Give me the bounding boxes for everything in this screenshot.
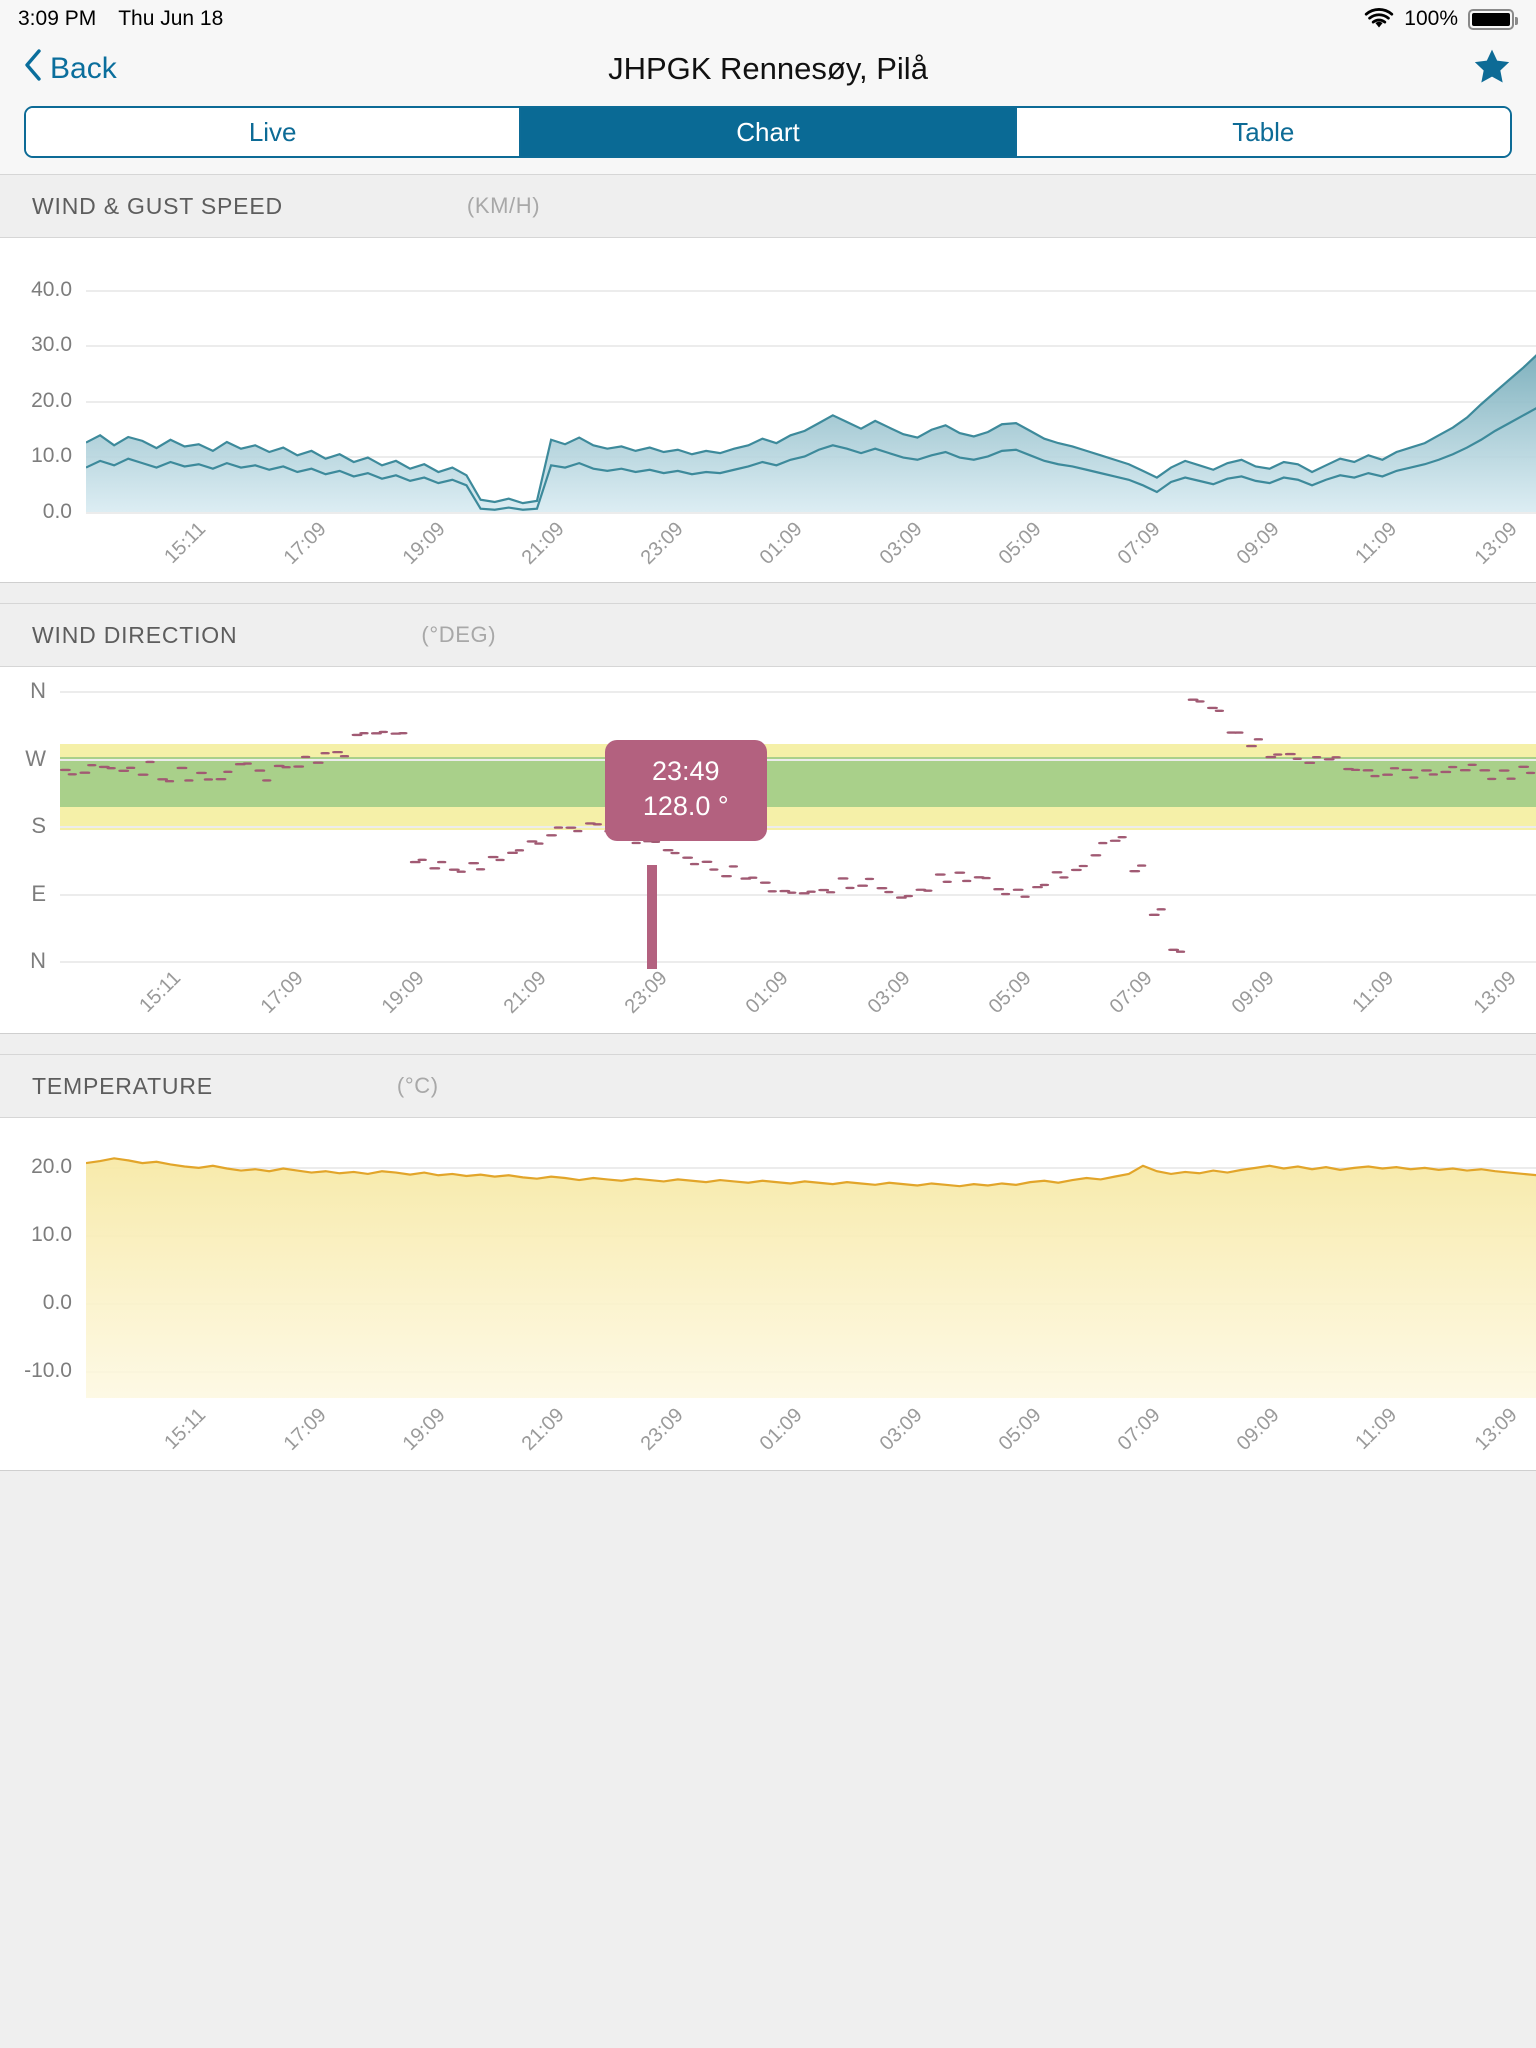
x-axis-tick-label: 23:09 [636, 1404, 688, 1455]
x-axis-tick-label: 15:11 [159, 518, 210, 568]
weather-chart-screen: 3:09 PM Thu Jun 18 100% Back JHPGK Renne… [0, 0, 1536, 2048]
section-title: WIND DIRECTION [32, 621, 238, 648]
x-axis-tick-label: 05:09 [994, 1404, 1046, 1455]
back-button[interactable]: Back [24, 49, 117, 89]
view-mode-switch-container: Live Chart Table [0, 100, 1536, 174]
y-axis-tick-label: 0.0 [42, 1290, 72, 1314]
x-axis-tick-label: 03:09 [875, 1404, 927, 1455]
status-time: 3:09 PM [18, 7, 97, 30]
y-axis-tick-label: -10.0 [24, 1358, 72, 1382]
x-axis-tick-label: 03:09 [863, 967, 915, 1018]
y-axis-tick-label: 30.0 [31, 333, 72, 357]
wind-direction-x-axis: 15:11 17:09 19:09 21:09 23:09 01:09 03:09 05:09… [60, 961, 1521, 1031]
star-filled-icon [1472, 47, 1512, 92]
x-axis-tick-label: 03:09 [875, 518, 927, 569]
section-header-wind-speed: WIND & GUST SPEED (KM/H) [0, 174, 1536, 238]
favorite-button[interactable] [1472, 47, 1512, 92]
x-axis-tick-label: 17:09 [256, 967, 308, 1018]
chart-tooltip[interactable]: 23:49 128.0 ° [604, 739, 767, 841]
x-axis-tick-label: 01:09 [741, 967, 793, 1018]
battery-percent-label: 100% [1404, 7, 1458, 30]
x-axis-tick-label: 19:09 [377, 967, 429, 1018]
x-axis-tick-label: 07:09 [1113, 1404, 1165, 1455]
tab-live[interactable]: Live [26, 108, 522, 156]
y-axis-tick-label: N [30, 678, 46, 703]
wind-direction-chart-panel[interactable]: N W S E N 23:49 128.0 ° 15:11 17:09 19:09 21:09 23… [0, 667, 1536, 1033]
x-axis-tick-label: 19:09 [398, 1404, 450, 1455]
selected-point-marker [646, 865, 657, 970]
wind-direction-plot-area[interactable]: N W S E N 23:49 128.0 ° [25, 678, 1536, 973]
status-date: Thu Jun 18 [118, 7, 224, 30]
chart-series-layer [86, 262, 1536, 512]
x-axis-tick-label: 11:09 [1348, 967, 1399, 1017]
x-axis-tick-label: 09:09 [1232, 518, 1284, 569]
status-bar: 3:09 PM Thu Jun 18 100% [0, 0, 1536, 38]
x-axis-tick-label: 07:09 [1105, 967, 1157, 1018]
x-axis-tick-label: 19:09 [398, 518, 450, 569]
section-unit: (KM/H) [466, 193, 541, 218]
x-axis-tick-label: 05:09 [984, 967, 1036, 1018]
wind-direction-points [60, 698, 1536, 953]
temperature-chart-panel[interactable]: 20.0 10.0 0.0 -10.0 15:11 17:09 19:09 21:09 23:… [0, 1118, 1536, 1470]
y-axis-tick-label: S [31, 813, 46, 838]
chart-series-layer [86, 1140, 1536, 1398]
back-button-label: Back [50, 52, 117, 85]
y-axis-tick-label: N [30, 948, 46, 973]
temperature-plot-area[interactable]: 20.0 10.0 0.0 -10.0 [24, 1140, 1536, 1398]
section-header-temperature: TEMPERATURE (°C) [0, 1054, 1536, 1118]
temperature-x-axis: 15:11 17:09 19:09 21:09 23:09 01:09 03:09 05:09… [86, 1398, 1522, 1468]
y-axis-tick-label: 10.0 [31, 1223, 72, 1247]
y-axis-tick-label: 20.0 [31, 388, 72, 412]
x-axis-tick-label: 11:09 [1351, 518, 1402, 568]
tooltip-time: 23:49 [651, 755, 720, 786]
x-axis-tick-label: 01:09 [756, 1404, 808, 1455]
wind-speed-plot-area[interactable]: 40.0 30.0 20.0 10.0 0.0 [31, 262, 1536, 523]
section-unit: (°C) [396, 1073, 439, 1098]
x-axis-tick-label: 13:09 [1469, 967, 1521, 1018]
page-title: JHPGK Rennesøy, Pilå [608, 51, 928, 86]
y-axis-tick-label: 10.0 [31, 444, 72, 468]
x-axis-tick-label: 07:09 [1113, 518, 1165, 569]
x-axis-tick-label: 23:09 [620, 967, 672, 1018]
x-axis-tick-label: 11:09 [1351, 1404, 1402, 1454]
tab-chart[interactable]: Chart [521, 108, 1017, 156]
x-axis-tick-label: 09:09 [1227, 967, 1279, 1018]
x-axis-tick-label: 17:09 [279, 1404, 331, 1455]
navigation-bar: Back JHPGK Rennesøy, Pilå [0, 38, 1536, 100]
section-title: TEMPERATURE [32, 1072, 213, 1099]
tab-table[interactable]: Table [1016, 108, 1510, 156]
y-axis-tick-label: W [25, 745, 46, 771]
x-axis-tick-label: 09:09 [1232, 1404, 1284, 1455]
x-axis-tick-label: 17:09 [279, 518, 331, 569]
section-title: WIND & GUST SPEED [32, 192, 283, 219]
section-unit: (°DEG) [421, 622, 497, 647]
bottom-spacer [0, 1471, 1536, 1681]
battery-full-icon [1468, 8, 1518, 30]
x-axis-tick-label: 13:09 [1471, 518, 1523, 569]
x-axis-tick-label: 15:11 [159, 1404, 210, 1454]
y-axis-tick-label: 20.0 [31, 1155, 72, 1179]
x-axis-tick-label: 01:09 [756, 518, 808, 569]
y-axis-tick-label: 40.0 [31, 277, 72, 301]
y-axis-tick-label: E [31, 880, 46, 906]
x-axis-tick-label: 13:09 [1471, 1404, 1523, 1455]
view-mode-segmented-control[interactable]: Live Chart Table [24, 106, 1512, 158]
wifi-icon [1364, 8, 1394, 30]
section-header-wind-direction: WIND DIRECTION (°DEG) [0, 603, 1536, 667]
section-spacer [0, 583, 1536, 603]
tooltip-value: 128.0 ° [642, 791, 729, 822]
x-axis-tick-label: 21:09 [517, 1404, 569, 1455]
x-axis-tick-label: 21:09 [499, 967, 551, 1018]
wind-speed-chart-panel[interactable]: 40.0 30.0 20.0 10.0 0.0 15:11 17:09 19:09 21:09… [0, 238, 1536, 582]
x-axis-tick-label: 21:09 [517, 518, 569, 569]
y-axis-tick-label: 0.0 [42, 500, 72, 523]
section-spacer [0, 1034, 1536, 1054]
x-axis-tick-label: 15:11 [134, 967, 185, 1017]
x-axis-tick-label: 05:09 [994, 518, 1046, 569]
wind-speed-x-axis: 15:11 17:09 19:09 21:09 23:09 01:09 03:09 05:09… [86, 512, 1522, 582]
x-axis-tick-label: 23:09 [636, 518, 688, 569]
chevron-left-icon [24, 49, 42, 89]
